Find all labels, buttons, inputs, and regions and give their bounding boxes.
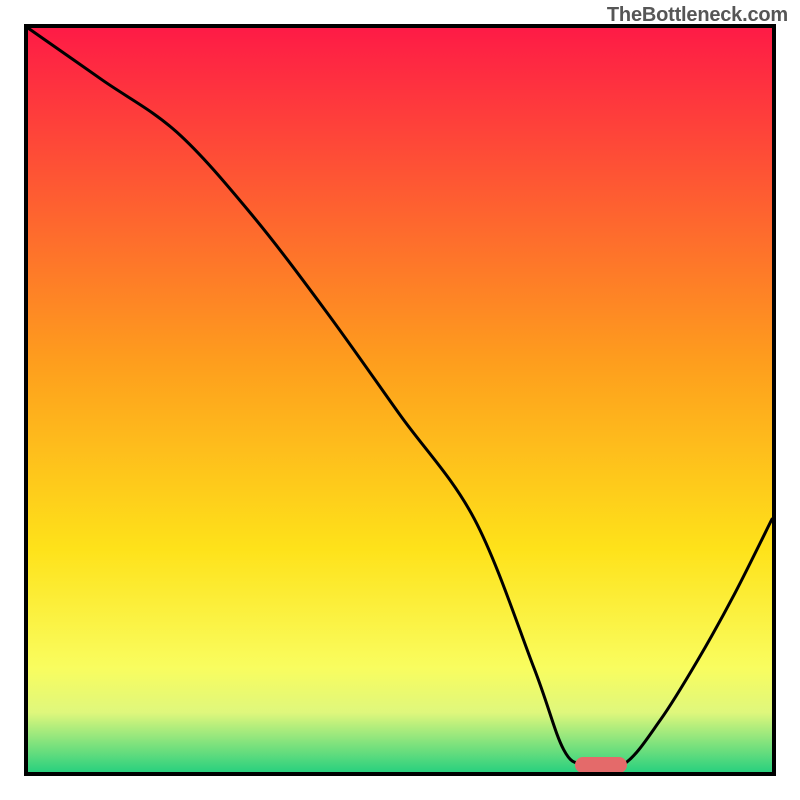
heat-background xyxy=(28,28,772,772)
chart-frame xyxy=(24,24,776,776)
optimal-marker xyxy=(575,757,627,773)
chart-svg xyxy=(28,28,772,772)
